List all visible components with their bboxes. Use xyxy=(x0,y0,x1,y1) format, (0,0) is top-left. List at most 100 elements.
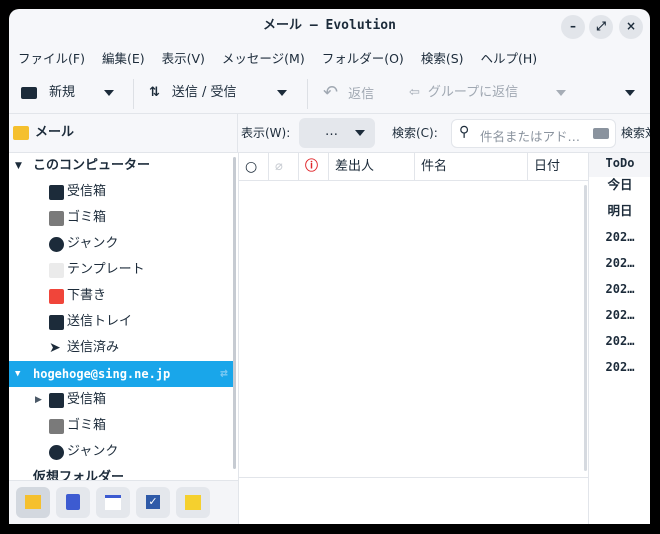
reply-group-icon: ⇦ xyxy=(409,85,420,100)
template-icon xyxy=(49,263,64,278)
toolbar: 新規 ⇅ 送信 / 受信 ↶ 返信 ⇦ グループに返信 xyxy=(9,73,650,113)
pencil-icon xyxy=(49,289,64,304)
reply-label: 返信 xyxy=(348,87,375,102)
folder-label: ジャンク xyxy=(67,236,119,251)
sidebar-scrollbar[interactable] xyxy=(233,157,236,469)
folder-label: テンプレート xyxy=(67,262,145,277)
clear-search-icon[interactable] xyxy=(593,128,609,139)
send-receive-icon: ⇅ xyxy=(149,85,160,100)
column-date[interactable]: 日付 xyxy=(528,153,589,181)
inbox-icon xyxy=(49,185,64,200)
window-title: メール — Evolution xyxy=(263,18,396,33)
reply-group-dropdown[interactable] xyxy=(556,73,566,113)
header-bar: メール 表示(W): … 検索(C): ⚲ 件名またはアド… 検索対象 xyxy=(9,113,650,153)
read-status-column-icon[interactable]: ○ xyxy=(239,153,269,181)
new-label: 新規 xyxy=(49,85,76,100)
new-button[interactable]: 新規 xyxy=(21,73,75,113)
list-scrollbar[interactable] xyxy=(584,185,587,471)
folder-label: ゴミ箱 xyxy=(67,210,107,225)
search-label: 検索(C): xyxy=(392,126,438,140)
calendar-icon xyxy=(105,495,121,510)
mail-icon xyxy=(13,126,29,140)
menu-message[interactable]: メッセージ(M) xyxy=(222,45,313,73)
trash-icon xyxy=(49,211,64,226)
attachment-column-icon[interactable]: ⌀ xyxy=(269,153,299,181)
folder-inbox[interactable]: 受信箱 xyxy=(9,179,236,205)
menu-view[interactable]: 表示(V) xyxy=(162,45,213,73)
account-folder-junk[interactable]: ジャンク xyxy=(9,439,236,465)
memos-view-button[interactable] xyxy=(176,487,210,518)
todo-item[interactable]: 202… xyxy=(589,359,650,375)
show-dropdown[interactable]: … xyxy=(299,118,375,148)
account-folder-trash[interactable]: ゴミ箱 xyxy=(9,413,236,439)
folder-trash[interactable]: ゴミ箱 xyxy=(9,205,236,231)
menu-file[interactable]: ファイル(F) xyxy=(18,45,93,73)
folder-templates[interactable]: テンプレート xyxy=(9,257,236,283)
folder-label: 受信箱 xyxy=(67,392,107,407)
envelope-icon xyxy=(21,86,37,99)
search-scope-label[interactable]: 検索対象 xyxy=(621,114,650,152)
search-input[interactable]: ⚲ 件名またはアド… xyxy=(451,119,616,148)
todo-item[interactable]: 明日 xyxy=(589,203,650,219)
close-button[interactable]: × xyxy=(619,15,643,39)
maximize-button[interactable]: ⤢ xyxy=(589,15,613,39)
folder-sent[interactable]: ➤ 送信済み xyxy=(9,335,236,361)
tree-node-account[interactable]: ▼ hogehoge@sing.ne.jp ⇄ xyxy=(9,361,236,387)
folder-label: ゴミ箱 xyxy=(67,418,107,433)
tasks-view-button[interactable]: ✓ xyxy=(136,487,170,518)
mail-view-button[interactable] xyxy=(16,487,50,518)
menu-help[interactable]: ヘルプ(H) xyxy=(481,45,546,73)
menu-folder[interactable]: フォルダー(O) xyxy=(322,45,412,73)
account-label: hogehoge@sing.ne.jp xyxy=(33,367,171,381)
tree-node-virtual[interactable]: 仮想フォルダー xyxy=(9,465,236,480)
folder-label: 受信箱 xyxy=(67,184,107,199)
evolution-window: メール — Evolution – ⤢ × ファイル(F) 編集(E) 表示(V… xyxy=(9,9,650,524)
reply-button[interactable]: ↶ 返信 xyxy=(323,73,374,113)
folder-label: 送信済み xyxy=(67,340,120,355)
section-title: メール xyxy=(35,125,75,140)
calendar-view-button[interactable] xyxy=(96,487,130,518)
minimize-button[interactable]: – xyxy=(561,15,585,39)
memo-icon xyxy=(185,495,201,510)
priority-column-icon[interactable]: ⓘ xyxy=(299,153,329,181)
send-icon: ➤ xyxy=(49,340,61,356)
todo-item[interactable]: 202… xyxy=(589,229,650,245)
send-receive-label: 送信 / 受信 xyxy=(171,85,237,100)
todo-item[interactable]: 202… xyxy=(589,255,650,271)
todo-item[interactable]: 今日 xyxy=(589,177,650,193)
preview-divider[interactable] xyxy=(239,477,589,478)
tree-node-local[interactable]: ▼ このコンピューター xyxy=(9,153,236,179)
caret-down-icon xyxy=(104,89,114,96)
new-dropdown[interactable] xyxy=(104,73,114,113)
junk-icon xyxy=(49,237,64,252)
column-subject[interactable]: 件名 xyxy=(415,153,528,181)
contacts-view-button[interactable] xyxy=(56,487,90,518)
account-folder-inbox[interactable]: ▶ 受信箱 xyxy=(9,387,236,413)
column-from[interactable]: 差出人 xyxy=(329,153,415,181)
send-receive-button[interactable]: ⇅ 送信 / 受信 xyxy=(149,73,237,113)
trash-icon xyxy=(49,419,64,434)
reply-icon: ↶ xyxy=(323,82,339,103)
folder-junk[interactable]: ジャンク xyxy=(9,231,236,257)
mail-icon xyxy=(25,495,41,509)
reply-group-button[interactable]: ⇦ グループに返信 xyxy=(409,73,518,113)
folder-drafts[interactable]: 下書き xyxy=(9,283,236,309)
junk-icon xyxy=(49,445,64,460)
sync-icon: ⇄ xyxy=(220,366,228,381)
local-label: このコンピューター xyxy=(33,158,151,173)
virtual-label: 仮想フォルダー xyxy=(33,470,125,480)
caret-down-icon xyxy=(625,89,635,96)
caret-down-icon xyxy=(556,89,566,96)
folder-outbox[interactable]: 送信トレイ xyxy=(9,309,236,335)
todo-item[interactable]: 202… xyxy=(589,333,650,349)
todo-item[interactable]: 202… xyxy=(589,307,650,323)
folder-tree: ▼ このコンピューター 受信箱 ゴミ箱 ジャンク テンプレート 下書き 送信トレイ… xyxy=(9,153,238,480)
menu-edit[interactable]: 編集(E) xyxy=(102,45,153,73)
menu-search[interactable]: 検索(S) xyxy=(421,45,472,73)
view-switcher: ✓ xyxy=(9,480,238,524)
toolbar-overflow-button[interactable] xyxy=(625,73,635,113)
todo-item[interactable]: 202… xyxy=(589,281,650,297)
expander-icon[interactable]: ▶ xyxy=(35,387,42,413)
send-receive-dropdown[interactable] xyxy=(277,73,287,113)
menu-bar: ファイル(F) 編集(E) 表示(V) メッセージ(M) フォルダー(O) 検索… xyxy=(9,45,554,73)
